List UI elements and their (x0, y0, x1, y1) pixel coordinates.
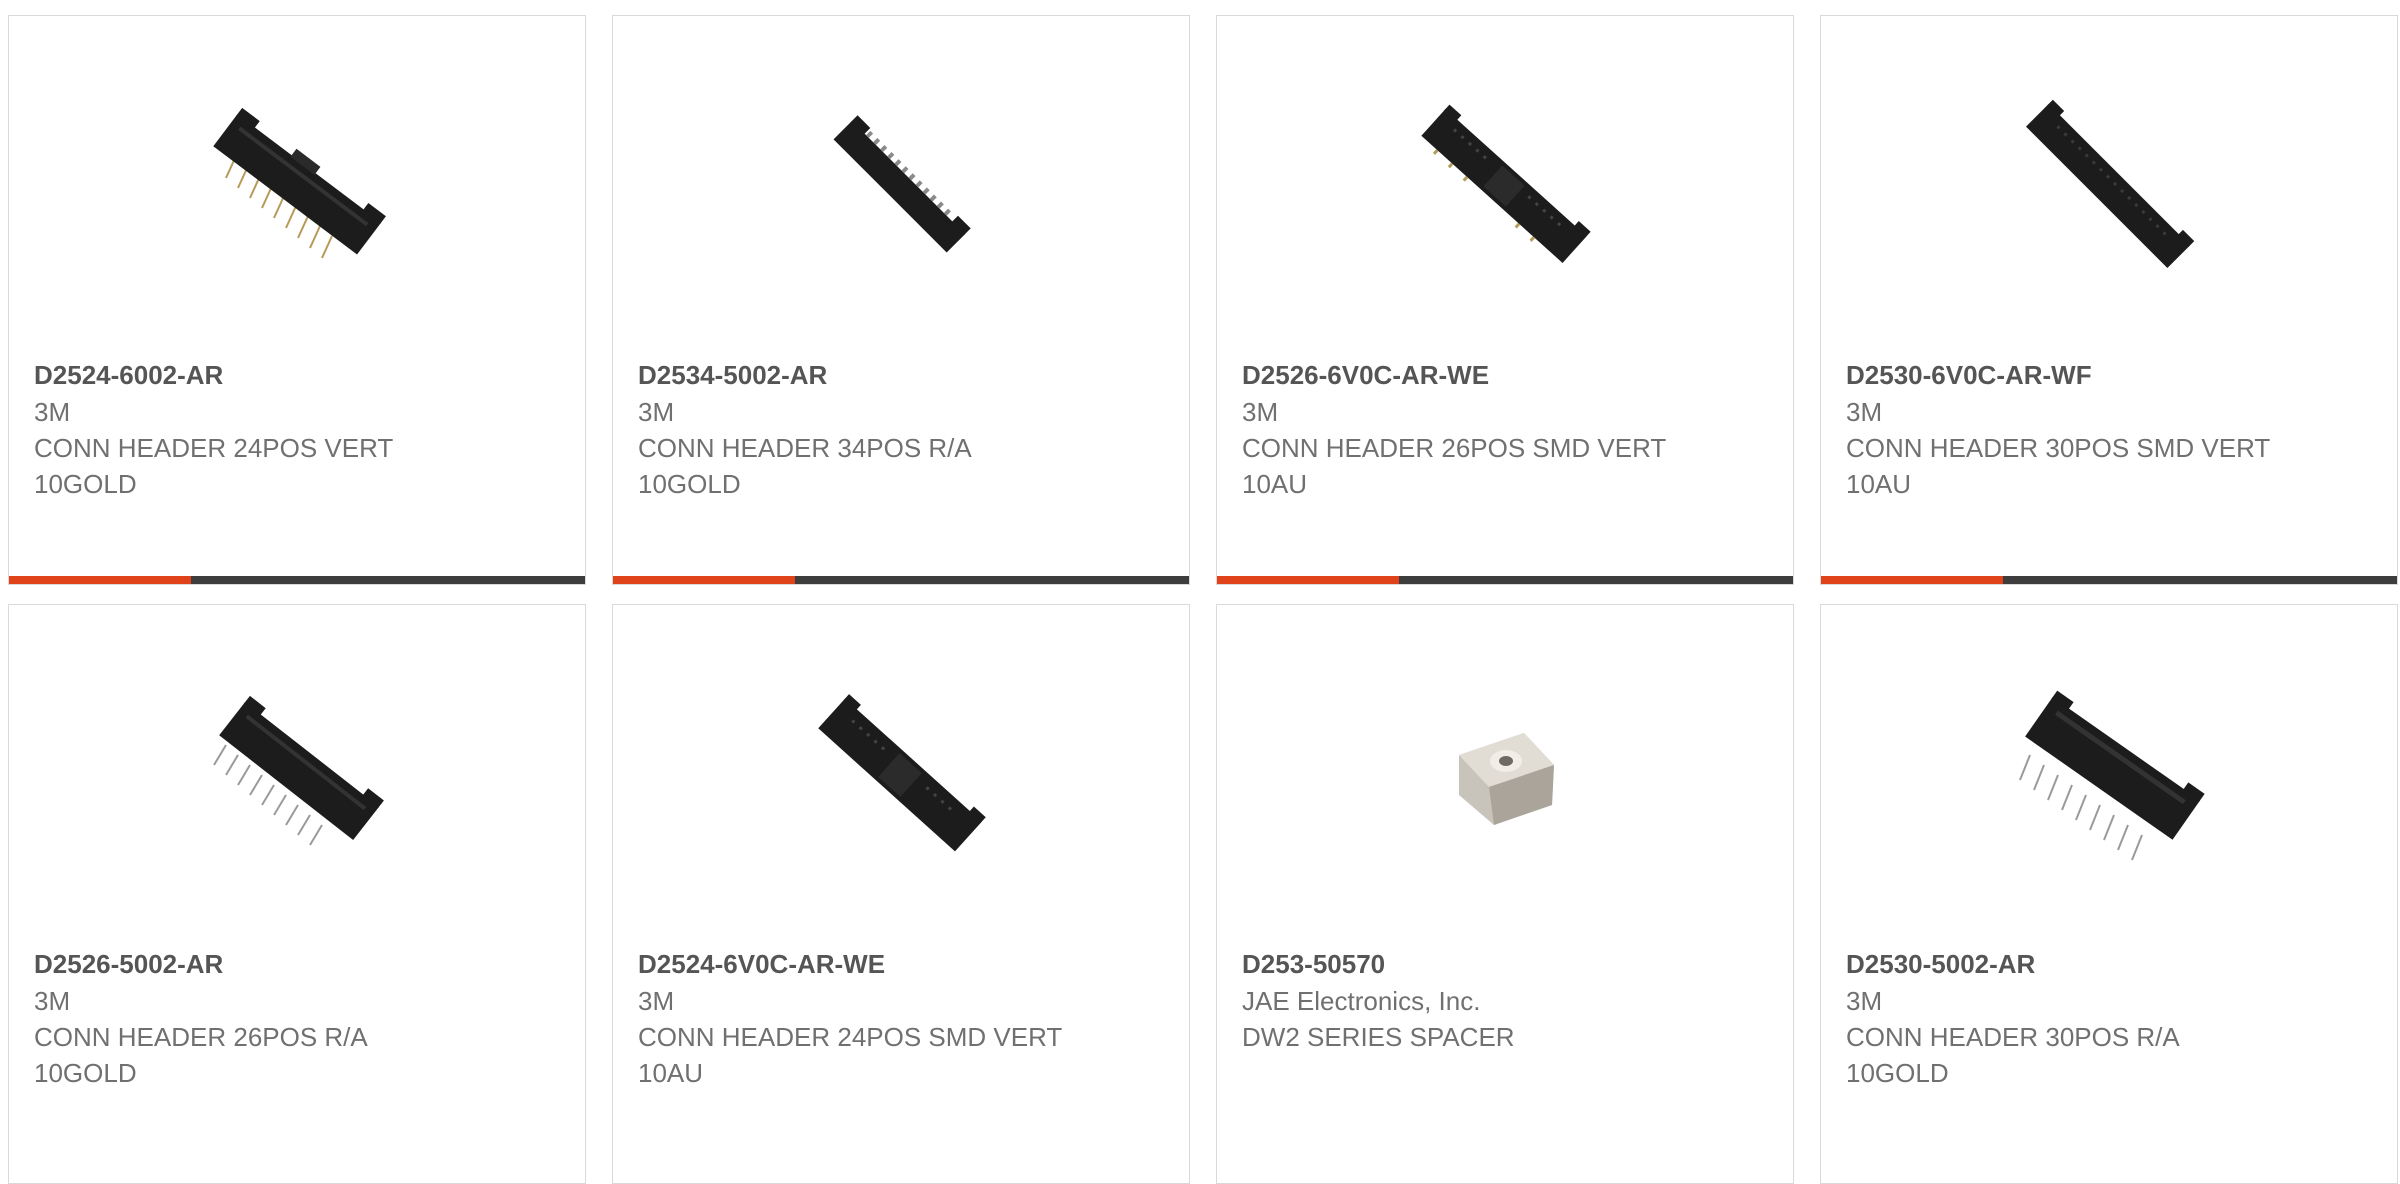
description: CONN HEADER 30POS R/A 10GOLD (1846, 1022, 2179, 1088)
part-number[interactable]: D2526-5002-AR (34, 945, 554, 983)
card-footer-bar (9, 576, 585, 584)
connector-image (213, 107, 386, 259)
connector-image (2025, 99, 2195, 269)
product-card[interactable]: D2526-5002-AR 3M CONN HEADER 26POS R/A 1… (8, 604, 586, 1184)
product-grid: D2524-6002-AR 3M CONN HEADER 24POS VERT … (0, 0, 2400, 1184)
card-footer-bar (1821, 576, 2397, 584)
manufacturer: 3M (638, 397, 675, 427)
connector-image (2019, 690, 2205, 861)
part-number[interactable]: D2526-6V0C-AR-WE (1242, 356, 1762, 394)
part-number[interactable]: D2534-5002-AR (638, 356, 1158, 394)
product-card[interactable]: D253-50570 JAE Electronics, Inc. DW2 SER… (1216, 604, 1794, 1184)
connector-image (818, 694, 986, 852)
description: DW2 SERIES SPACER (1242, 1022, 1515, 1052)
connector-image (833, 115, 971, 253)
card-accent-bar (9, 576, 191, 584)
product-card[interactable]: D2526-6V0C-AR-WE 3M CONN HEADER 26POS SM… (1216, 15, 1794, 585)
manufacturer: 3M (34, 397, 71, 427)
part-number[interactable]: D2530-5002-AR (1846, 945, 2366, 983)
part-number[interactable]: D2524-6V0C-AR-WE (638, 945, 1158, 983)
description: CONN HEADER 34POS R/A 10GOLD (638, 433, 971, 499)
product-card[interactable]: D2530-5002-AR 3M CONN HEADER 30POS R/A 1… (1820, 604, 2398, 1184)
product-card[interactable]: D2524-6002-AR 3M CONN HEADER 24POS VERT … (8, 15, 586, 585)
manufacturer: 3M (34, 986, 71, 1016)
manufacturer: 3M (1846, 397, 1883, 427)
product-card[interactable]: D2530-6V0C-AR-WF 3M CONN HEADER 30POS SM… (1820, 15, 2398, 585)
manufacturer: 3M (1846, 986, 1883, 1016)
description: CONN HEADER 26POS SMD VERT 10AU (1242, 433, 1666, 499)
description: CONN HEADER 24POS SMD VERT 10AU (638, 1022, 1062, 1088)
spacer-image (1459, 733, 1554, 825)
manufacturer: JAE Electronics, Inc. (1242, 986, 1481, 1016)
description: CONN HEADER 24POS VERT 10GOLD (34, 433, 393, 499)
part-number[interactable]: D2524-6002-AR (34, 356, 554, 394)
description: CONN HEADER 30POS SMD VERT 10AU (1846, 433, 2270, 499)
card-footer-bar (613, 576, 1189, 584)
manufacturer: 3M (638, 986, 675, 1016)
card-footer-bar (1217, 576, 1793, 584)
part-number[interactable]: D253-50570 (1242, 945, 1762, 983)
part-number[interactable]: D2530-6V0C-AR-WF (1846, 356, 2366, 394)
card-accent-bar (1217, 576, 1399, 584)
manufacturer: 3M (1242, 397, 1279, 427)
connector-image (213, 695, 384, 846)
product-card[interactable]: D2534-5002-AR 3M CONN HEADER 34POS R/A 1… (612, 15, 1190, 585)
product-card[interactable]: D2524-6V0C-AR-WE 3M CONN HEADER 24POS SM… (612, 604, 1190, 1184)
connector-image (1421, 104, 1591, 263)
card-accent-bar (613, 576, 795, 584)
description: CONN HEADER 26POS R/A 10GOLD (34, 1022, 367, 1088)
card-accent-bar (1821, 576, 2003, 584)
